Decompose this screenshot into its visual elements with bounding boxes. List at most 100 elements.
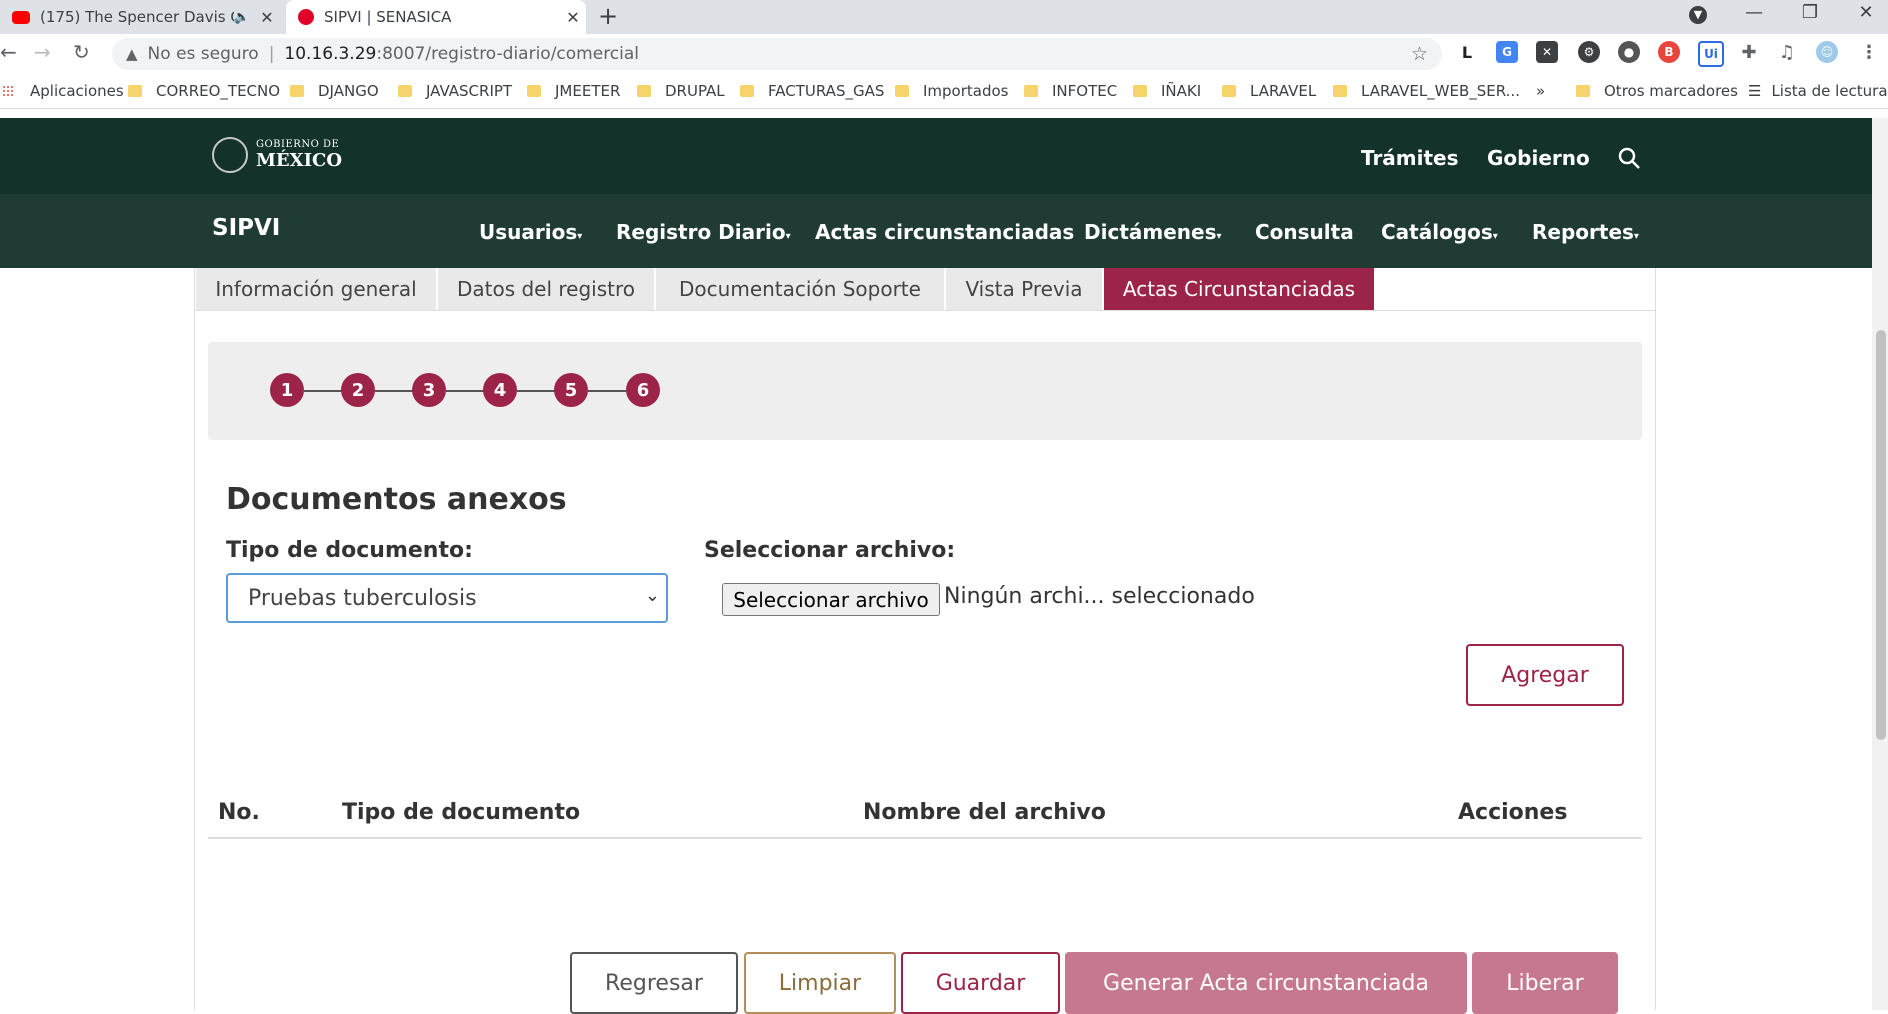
doc-type-value: Pruebas tuberculosis <box>248 585 477 611</box>
topnav-tramites[interactable]: Trámites <box>1361 146 1459 170</box>
warning-icon[interactable]: ▲ <box>126 45 138 63</box>
close-window-icon[interactable]: ✕ <box>1846 2 1886 23</box>
bookmark-label: LARAVEL <box>1250 82 1317 100</box>
add-button[interactable]: Agregar <box>1466 644 1624 706</box>
gobierno-mexico-logo[interactable]: GOBIERNO DE MÉXICO <box>212 137 342 173</box>
bookmark-label: LARAVEL_WEB_SER... <box>1361 82 1520 100</box>
extension-red-icon[interactable]: B <box>1658 41 1680 63</box>
tab-informacion-general[interactable]: Información general <box>196 268 438 310</box>
extension-x-icon[interactable]: ✕ <box>1536 41 1558 63</box>
bookmark-star-icon[interactable]: ☆ <box>1411 43 1428 65</box>
bookmark-label: Aplicaciones <box>30 82 124 100</box>
save-button[interactable]: Guardar <box>901 952 1060 1014</box>
browser-tab-youtube[interactable]: (175) The Spencer Davis Grou 🔈 ✕ <box>0 0 280 34</box>
caret-down-icon: ▾ <box>1216 231 1222 242</box>
nav-actas-circunstanciadas[interactable]: Actas circunstanciadas <box>815 220 1074 244</box>
forward-icon[interactable]: → <box>34 40 51 64</box>
bookmark-folder[interactable]: CORREO_TECNO <box>128 82 280 100</box>
bookmark-folder[interactable]: INFOTEC <box>1024 82 1117 100</box>
url-path[interactable]: :8007/registro-diario/comercial <box>376 44 639 64</box>
profile-avatar[interactable]: ☺ <box>1816 41 1838 63</box>
new-tab-icon[interactable]: + <box>598 2 618 30</box>
tab-documentacion-soporte[interactable]: Documentación Soporte <box>656 268 946 310</box>
browser-tab-sipvi[interactable]: SIPVI | SENASICA ✕ <box>286 0 586 34</box>
step-6[interactable]: 6 <box>626 373 660 407</box>
brand-sipvi[interactable]: SIPVI <box>212 215 280 241</box>
address-bar[interactable]: ▲ No es seguro | 10.16.3.29 :8007/regist… <box>112 38 1442 70</box>
tab-datos-registro[interactable]: Datos del registro <box>438 268 656 310</box>
bookmark-folder[interactable]: IÑAKI <box>1133 82 1201 100</box>
step-4[interactable]: 4 <box>483 373 517 407</box>
bookmark-label: JMEETER <box>555 82 621 100</box>
nav-registro-diario[interactable]: Registro Diario▾ <box>616 220 791 244</box>
step-5[interactable]: 5 <box>554 373 588 407</box>
bookmarks-overflow-icon[interactable]: » <box>1536 82 1545 100</box>
bookmark-folder[interactable]: Importados <box>895 82 1009 100</box>
extension-ui-icon[interactable]: Ui <box>1698 41 1724 67</box>
choose-file-button[interactable]: Seleccionar archivo <box>722 583 940 616</box>
column-header-file-name: Nombre del archivo <box>863 800 1106 825</box>
clear-button[interactable]: Limpiar <box>744 952 896 1014</box>
bookmark-folder[interactable]: JAVASCRIPT <box>398 82 512 100</box>
doc-type-select[interactable]: Pruebas tuberculosis ⌄ <box>226 573 668 623</box>
nav-catalogos[interactable]: Catálogos▾ <box>1381 220 1498 244</box>
bookmark-folder[interactable]: LARAVEL_WEB_SER... <box>1333 82 1520 100</box>
tab-vista-previa[interactable]: Vista Previa <box>946 268 1104 310</box>
media-control-icon[interactable]: ♫ <box>1776 41 1798 63</box>
nav-reportes[interactable]: Reportes▾ <box>1532 220 1639 244</box>
step-1[interactable]: 1 <box>270 373 304 407</box>
folder-icon <box>527 85 541 97</box>
nav-usuarios[interactable]: Usuarios▾ <box>479 220 582 244</box>
reading-list[interactable]: ☰ Lista de lectura <box>1748 82 1888 100</box>
extension-dark-icon[interactable]: ● <box>1618 41 1640 63</box>
url-host[interactable]: 10.16.3.29 <box>284 44 376 64</box>
folder-icon <box>1222 85 1236 97</box>
reading-list-icon: ☰ <box>1748 82 1762 100</box>
topnav-gobierno[interactable]: Gobierno <box>1487 146 1590 170</box>
file-label: Seleccionar archivo: <box>704 538 956 563</box>
back-icon[interactable]: ← <box>0 40 17 64</box>
tab-title: SIPVI | SENASICA <box>324 8 452 26</box>
close-tab-icon[interactable]: ✕ <box>254 8 280 27</box>
youtube-icon <box>12 10 30 24</box>
column-header-doc-type: Tipo de documento <box>342 800 581 825</box>
nav-label: Catálogos <box>1381 220 1493 244</box>
bookmark-folder[interactable]: LARAVEL <box>1222 82 1316 100</box>
security-label[interactable]: No es seguro <box>148 44 259 64</box>
tab-actas-circunstanciadas[interactable]: Actas Circunstanciadas <box>1104 268 1376 310</box>
folder-icon <box>1133 85 1147 97</box>
folder-icon <box>637 85 651 97</box>
close-tab-icon[interactable]: ✕ <box>560 8 586 27</box>
minimize-icon[interactable]: — <box>1734 2 1774 23</box>
bookmark-apps[interactable]: Aplicaciones <box>2 82 124 100</box>
bookmark-folder[interactable]: DRUPAL <box>637 82 725 100</box>
back-button[interactable]: Regresar <box>570 952 738 1014</box>
generate-acta-button[interactable]: Generar Acta circunstanciada <box>1065 952 1467 1014</box>
bookmark-label: INFOTEC <box>1052 82 1118 100</box>
step-2[interactable]: 2 <box>341 373 375 407</box>
speaker-icon[interactable]: 🔈 <box>234 10 250 25</box>
nav-consulta[interactable]: Consulta <box>1255 220 1354 244</box>
google-translate-icon[interactable]: G <box>1496 41 1518 63</box>
bookmark-folder[interactable]: DJANGO <box>290 82 379 100</box>
bookmark-folder[interactable]: FACTURAS_GAS <box>740 82 884 100</box>
tab-search-icon[interactable]: ▼ <box>1678 2 1718 24</box>
chrome-menu-icon[interactable]: ⋮ <box>1858 41 1880 63</box>
search-icon[interactable] <box>1617 146 1641 170</box>
step-connector <box>375 390 413 392</box>
bookmark-label: IÑAKI <box>1161 82 1202 100</box>
extension-l-icon[interactable]: L <box>1456 41 1478 63</box>
doc-type-label: Tipo de documento: <box>226 538 473 563</box>
restore-icon[interactable]: ❐ <box>1790 2 1830 23</box>
nav-dictamenes[interactable]: Dictámenes▾ <box>1084 220 1222 244</box>
bookmark-other[interactable]: Otros marcadores <box>1576 82 1738 100</box>
extensions-puzzle-icon[interactable]: ✚ <box>1738 41 1760 63</box>
bookmark-folder[interactable]: JMEETER <box>527 82 620 100</box>
step-connector <box>517 390 555 392</box>
release-button[interactable]: Liberar <box>1472 952 1618 1014</box>
step-3[interactable]: 3 <box>412 373 446 407</box>
extension-badge-icon[interactable]: ⚙ <box>1578 41 1600 63</box>
scrollbar-thumb[interactable] <box>1876 330 1886 740</box>
reload-icon[interactable]: ↻ <box>73 40 90 64</box>
caret-down-icon: ▾ <box>1492 231 1498 242</box>
